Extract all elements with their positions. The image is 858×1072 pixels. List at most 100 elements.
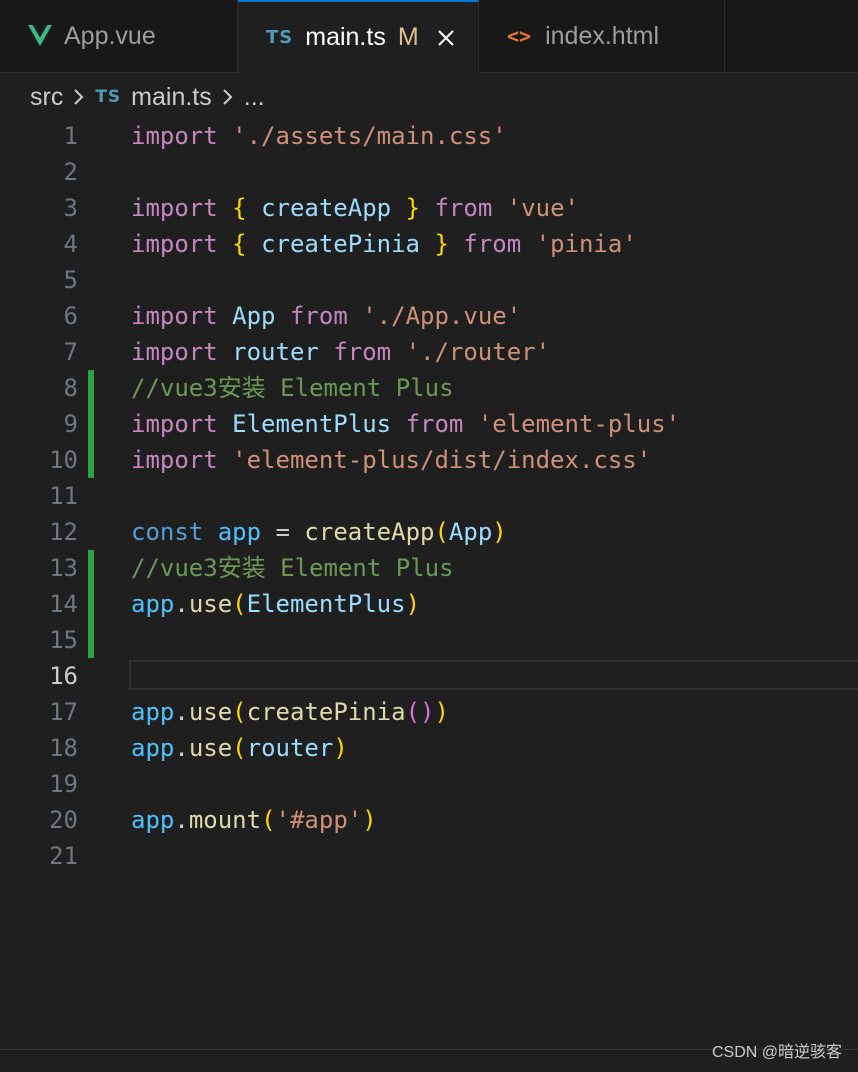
code-line[interactable]: 3 import { createApp } from 'vue' bbox=[0, 190, 858, 226]
code-token: use bbox=[188, 590, 233, 618]
line-number: 12 bbox=[49, 518, 78, 546]
breadcrumb-file[interactable]: main.ts bbox=[131, 83, 212, 112]
code-line[interactable]: 4 import { createPinia } from 'pinia' bbox=[0, 226, 858, 262]
code-text: import { createPinia } from 'pinia' bbox=[131, 226, 637, 262]
code-text: //vue3安装 Element Plus bbox=[131, 550, 454, 586]
tab-main-ts[interactable]: TS main.ts M bbox=[238, 0, 479, 73]
code-token: ElementPlus bbox=[232, 410, 392, 438]
watermark: CSDN @暗逆骇客 bbox=[711, 1044, 842, 1061]
code-token: import bbox=[131, 338, 218, 366]
code-token: import bbox=[131, 446, 218, 474]
tab-app-vue[interactable]: App.vue bbox=[0, 0, 238, 72]
git-change-marker[interactable] bbox=[88, 622, 94, 658]
breadcrumb-folder[interactable]: src bbox=[30, 83, 63, 112]
tab-label: main.ts bbox=[305, 23, 386, 51]
code-line[interactable]: 19 bbox=[0, 766, 858, 802]
code-line[interactable]: 9 import ElementPlus from 'element-plus' bbox=[0, 406, 858, 442]
code-token: mount bbox=[188, 806, 262, 834]
typescript-icon: TS bbox=[266, 27, 294, 48]
code-line[interactable]: 6 import App from './App.vue' bbox=[0, 298, 858, 334]
code-token: = bbox=[261, 518, 305, 546]
code-text: app.use(createPinia()) bbox=[131, 694, 449, 730]
code-line[interactable]: 1 import './assets/main.css' bbox=[0, 118, 858, 154]
line-number: 17 bbox=[49, 698, 78, 726]
code-line[interactable]: 17 app.use(createPinia()) bbox=[0, 694, 858, 730]
code-token: ) bbox=[362, 806, 377, 834]
git-change-marker[interactable] bbox=[88, 550, 94, 586]
code-editor[interactable]: 1 import './assets/main.css' 2 3 import { cr… bbox=[0, 118, 858, 874]
code-token: use bbox=[188, 734, 233, 762]
line-number: 19 bbox=[49, 770, 78, 798]
modified-indicator: M bbox=[397, 23, 419, 51]
code-token: 'element-plus/dist/index.css' bbox=[232, 446, 652, 474]
current-line-highlight bbox=[129, 660, 858, 690]
code-token: app bbox=[131, 806, 175, 834]
code-token: } bbox=[434, 230, 449, 258]
code-token: use bbox=[188, 698, 233, 726]
code-line[interactable]: 10 import 'element-plus/dist/index.css' bbox=[0, 442, 858, 478]
code-token: from bbox=[333, 338, 392, 366]
code-line[interactable]: 15 bbox=[0, 622, 858, 658]
code-token: ( bbox=[232, 698, 247, 726]
code-text: app.mount('#app') bbox=[131, 802, 377, 838]
code-token: . bbox=[174, 734, 189, 762]
close-icon[interactable] bbox=[435, 27, 457, 49]
line-number: 10 bbox=[49, 446, 78, 474]
code-text: app.use(ElementPlus) bbox=[131, 586, 420, 622]
code-token: app bbox=[131, 590, 175, 618]
code-text: const app = createApp(App) bbox=[131, 514, 507, 550]
html-icon: <> bbox=[507, 24, 532, 48]
code-line[interactable]: 8 //vue3安装 Element Plus bbox=[0, 370, 858, 406]
code-line[interactable]: 13 //vue3安装 Element Plus bbox=[0, 550, 858, 586]
code-line[interactable]: 12 const app = createApp(App) bbox=[0, 514, 858, 550]
code-line[interactable]: 14 app.use(ElementPlus) bbox=[0, 586, 858, 622]
code-token: . bbox=[174, 590, 189, 618]
code-token: import bbox=[131, 302, 218, 330]
code-line[interactable]: 7 import router from './router' bbox=[0, 334, 858, 370]
code-token: router bbox=[246, 734, 334, 762]
code-token: import bbox=[131, 122, 218, 150]
code-token: import bbox=[131, 230, 218, 258]
code-line[interactable]: 2 bbox=[0, 154, 858, 190]
code-line[interactable]: 11 bbox=[0, 478, 858, 514]
code-token: createPinia bbox=[246, 698, 406, 726]
code-line[interactable]: 16 bbox=[0, 658, 858, 694]
git-change-marker[interactable] bbox=[88, 586, 94, 622]
git-change-marker[interactable] bbox=[88, 370, 94, 406]
code-text: import { createApp } from 'vue' bbox=[131, 190, 579, 226]
code-text: import ElementPlus from 'element-plus' bbox=[131, 406, 680, 442]
tab-index-html[interactable]: <> index.html bbox=[479, 0, 725, 72]
line-number: 2 bbox=[63, 158, 78, 186]
code-text: import App from './App.vue' bbox=[131, 298, 521, 334]
code-token: app bbox=[131, 734, 175, 762]
breadcrumb-symbol[interactable]: ... bbox=[244, 83, 265, 112]
code-token: from bbox=[405, 410, 464, 438]
git-change-marker[interactable] bbox=[88, 442, 94, 478]
line-number: 5 bbox=[63, 266, 78, 294]
line-number: 15 bbox=[49, 626, 78, 654]
git-change-marker[interactable] bbox=[88, 406, 94, 442]
code-token: ( bbox=[261, 806, 276, 834]
code-text: import 'element-plus/dist/index.css' bbox=[131, 442, 651, 478]
code-line[interactable]: 5 bbox=[0, 262, 858, 298]
code-token: '#app' bbox=[275, 806, 363, 834]
code-line[interactable]: 20 app.mount('#app') bbox=[0, 802, 858, 838]
code-line[interactable]: 18 app.use(router) bbox=[0, 730, 858, 766]
code-token: . bbox=[174, 698, 189, 726]
code-line[interactable]: 21 bbox=[0, 838, 858, 874]
